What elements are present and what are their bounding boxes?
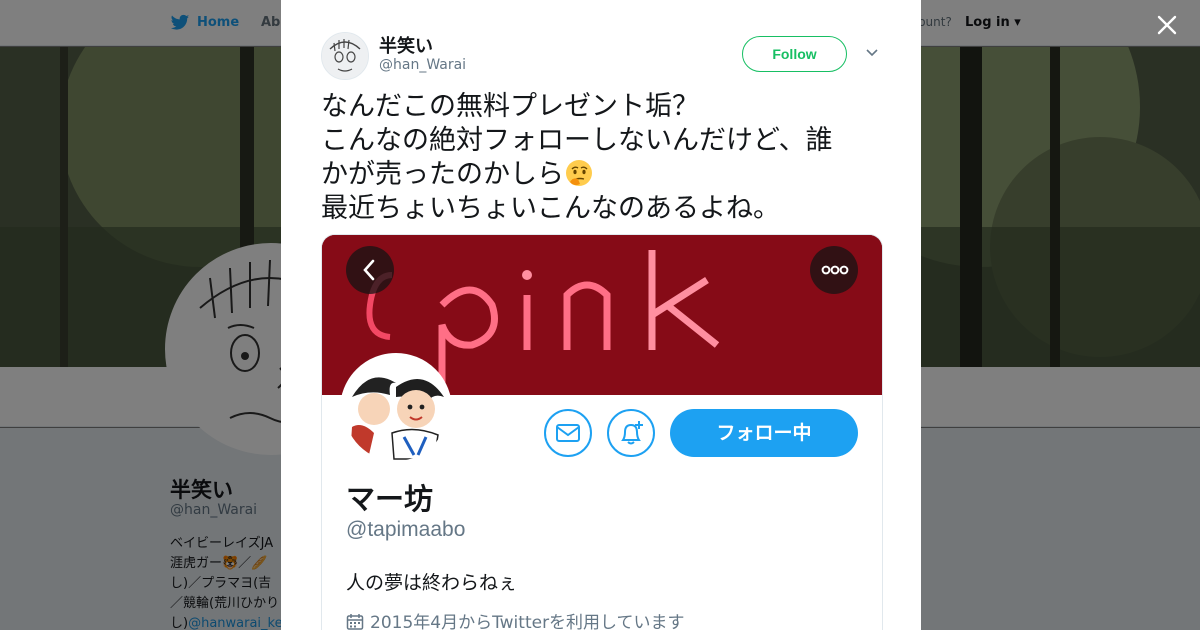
screenshot-avatar — [340, 353, 452, 465]
screenshot-back-button — [346, 246, 394, 294]
screenshot-joined-date: 2015年4月からTwitterを利用しています — [346, 608, 685, 630]
envelope-icon — [556, 424, 580, 442]
tweet-line: こんなの絶対フォローしないんだけど、誰 — [321, 125, 833, 156]
chevron-down-icon[interactable] — [865, 46, 879, 60]
tweet-line: かが売ったのかしら — [321, 159, 564, 190]
tweet-author-avatar[interactable] — [321, 32, 369, 80]
tweet-author-name[interactable]: 半笑い — [379, 32, 433, 58]
tweet-modal: 半笑い @han_Warai Follow なんだこの無料プレゼント垢？ こんな… — [281, 0, 921, 630]
screenshot-more-button — [810, 246, 858, 294]
bell-plus-icon — [621, 421, 643, 445]
screenshot-profile-name: マー坊 — [346, 482, 434, 516]
tweet-line: 最近ちょいちょいこんなのあるよね。 — [321, 193, 780, 224]
tweet-line-with-emoji: かが売ったのかしら — [321, 158, 881, 192]
more-dots-icon — [821, 265, 849, 275]
tweet-media-image[interactable]: フォロー中 マー坊 @tapimaabo 人の夢は終わらねぇ 2015年4月から… — [321, 234, 883, 630]
calendar-icon — [346, 614, 364, 630]
screenshot-following-button: フォロー中 — [670, 409, 858, 457]
screenshot-profile-bio: 人の夢は終わらねぇ — [346, 572, 518, 594]
follow-button[interactable]: Follow — [742, 36, 847, 72]
tweet-author-handle[interactable]: @han_Warai — [379, 57, 466, 73]
screenshot-notify-button — [607, 409, 655, 457]
chevron-left-icon — [363, 259, 375, 281]
thinking-face-icon — [566, 160, 592, 186]
screenshot-profile-handle: @tapimaabo — [346, 518, 466, 541]
tweet-text: なんだこの無料プレゼント垢？ こんなの絶対フォローしないんだけど、誰 かが売った… — [321, 90, 881, 226]
close-icon[interactable] — [1152, 10, 1182, 40]
sketch-face-image — [322, 33, 368, 79]
tweet-line: なんだこの無料プレゼント垢？ — [321, 91, 699, 122]
screenshot-joined-text: 2015年4月からTwitterを利用しています — [370, 613, 685, 630]
screenshot-message-button — [544, 409, 592, 457]
cartoon-boys-image — [344, 357, 448, 461]
